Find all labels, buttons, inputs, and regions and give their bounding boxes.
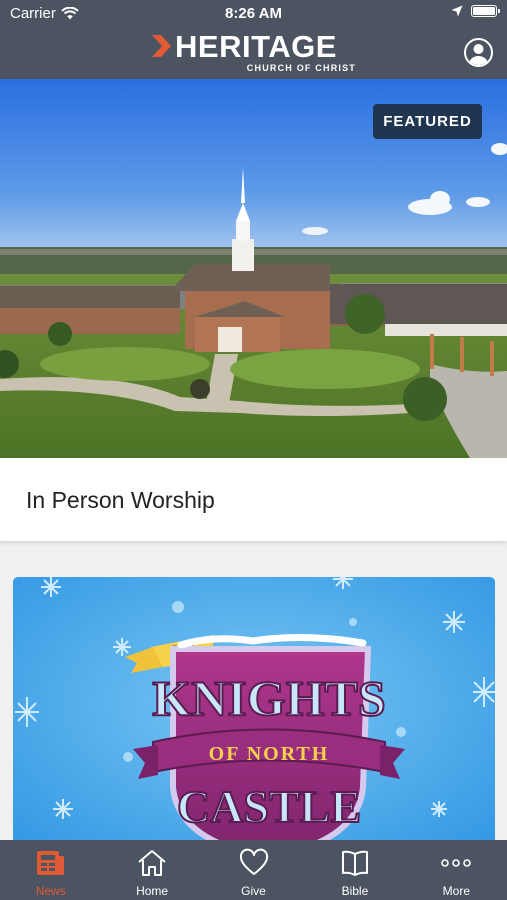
tab-news-label: News (35, 884, 66, 898)
tab-give[interactable]: Give (203, 840, 304, 900)
profile-button[interactable] (464, 38, 493, 67)
tab-more-label: More (442, 884, 470, 898)
castle-title: CASTLE (177, 781, 361, 832)
tab-home[interactable]: Home (101, 840, 202, 900)
logo-subtitle: CHURCH OF CHRIST (246, 63, 356, 73)
heart-icon (239, 848, 268, 875)
featured-badge: FEATURED (373, 104, 482, 139)
news-feed[interactable]: FEATURED In Person Worship KNIGHTS OF NO… (0, 79, 507, 840)
status-bar: Carrier 8:26 AM (0, 0, 507, 26)
tab-bible-label: Bible (341, 884, 369, 898)
location-arrow-icon (451, 5, 463, 17)
knights-of-north-castle-artwork: Heritage KNIGHTS OF NORTH CASTLE (13, 577, 495, 840)
of-north-text: OF NORTH (209, 743, 330, 765)
featured-news-card[interactable]: FEATURED In Person Worship (0, 79, 507, 541)
user-icon (469, 44, 488, 65)
news-icon (36, 851, 64, 875)
battery-icon (471, 5, 500, 17)
bible-icon (341, 850, 368, 876)
heritage-logo: HERITAGE CHURCH OF CHRIST (150, 30, 360, 74)
tab-give-label: Give (241, 884, 266, 898)
tab-news[interactable]: News (0, 840, 101, 900)
nav-bar: HERITAGE CHURCH OF CHRIST (0, 26, 507, 79)
home-icon (138, 850, 166, 876)
logo-brand: HERITAGE (175, 29, 337, 64)
more-icon (441, 859, 472, 867)
logo-chevron-icon (152, 35, 171, 57)
featured-title[interactable]: In Person Worship (26, 487, 215, 514)
knights-title: KNIGHTS (152, 670, 385, 726)
tab-bible[interactable]: Bible (304, 840, 405, 900)
tab-more[interactable]: More (406, 840, 507, 900)
event-card-knights[interactable]: Heritage KNIGHTS OF NORTH CASTLE (13, 577, 495, 840)
status-time: 8:26 AM (225, 5, 282, 22)
tab-home-label: Home (136, 884, 169, 898)
tab-bar: News Home Give Bible More (0, 840, 507, 900)
